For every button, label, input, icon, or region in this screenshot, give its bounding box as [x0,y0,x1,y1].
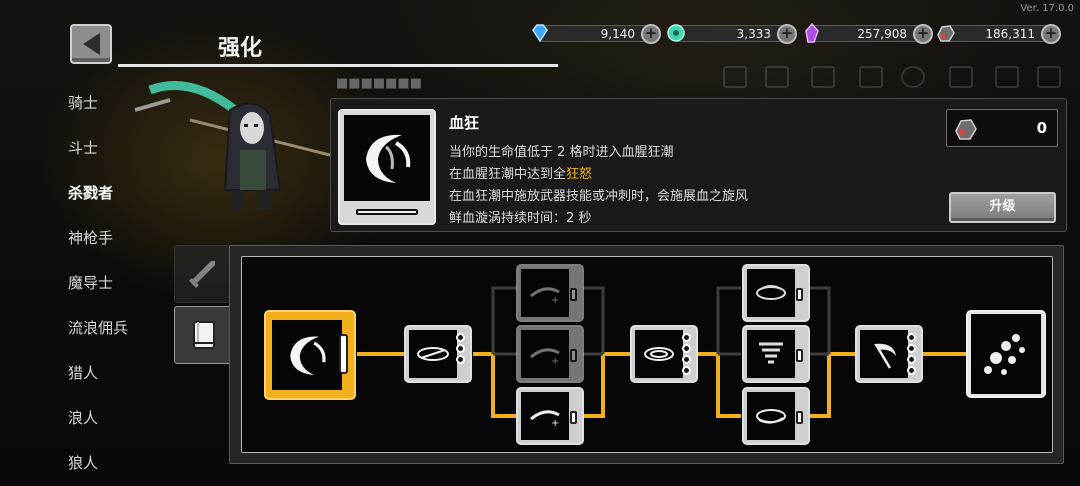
skill-desc-text: 在血腥狂潮中达到全 [449,167,567,182]
blood-frenzy-icon [272,320,342,390]
tornado-icon [747,330,795,378]
menu-icon [1032,66,1066,102]
node-slot [796,349,803,362]
page-title: 强化 [218,36,263,61]
svg-text:+: + [551,418,559,427]
ore-icon [955,119,977,140]
svg-text:+: + [551,356,559,365]
skill-desc-highlight: 狂怒 [566,167,593,182]
tree-node-t3[interactable] [630,325,698,383]
class-item-werewolf[interactable]: 狼人 [68,452,98,473]
tree-node-t1[interactable] [404,325,472,383]
node-slot [570,288,577,301]
chat-icon [944,66,978,102]
tab-weapon[interactable] [174,245,230,303]
blood-frenzy-icon [344,115,430,201]
friend-icon [896,66,930,102]
class-item-mercenary[interactable]: 流浪佣兵 [68,317,128,338]
tree-node-root[interactable] [264,310,356,400]
node-tier-dots [682,333,692,377]
blade-plus-icon: + [521,392,569,440]
class-item-slayer[interactable]: 杀戮者 [68,182,113,203]
eye-slash-icon [409,330,457,378]
shop-icon [718,66,752,102]
tree-node-t4-mid[interactable] [742,325,810,383]
upgrade-icon [760,66,794,102]
blade-plus-icon: + [521,330,569,378]
svg-text:+: + [551,295,559,304]
skill-desc-line-1: 当你的生命值低于 2 格时进入血腥狂潮 [449,145,674,160]
node-tier-dots [456,333,466,366]
class-item-fighter[interactable]: 斗士 [68,137,98,158]
skill-level-bar [356,209,418,215]
skill-icon-frame [338,109,436,225]
tree-node-t2-top[interactable]: + [516,264,584,322]
skill-desc-line-3: 在血狂潮中施放武器技能或冲刺时，会施展血之旋风 [449,189,749,204]
add-token-button[interactable]: + [777,24,797,44]
node-slot [339,334,348,374]
class-item-hunter[interactable]: 猎人 [68,362,98,383]
skill-info-panel: 血狂 当你的生命值低于 2 格时进入血腥狂潮 在血腥狂潮中达到全狂怒 在血狂潮中… [330,98,1067,232]
tab-book[interactable] [174,306,234,364]
blade-plus-icon: + [521,269,569,317]
class-item-mage[interactable]: 魔导士 [68,272,113,293]
vortex-icon [635,330,683,378]
whirlwind-icon [747,269,795,317]
back-arrow-icon [82,33,100,55]
currency-gem: 9,140 + [532,24,661,44]
node-tier-dots [907,333,917,377]
class-item-ronin[interactable]: 浪人 [68,407,98,428]
cup-icon [854,66,888,102]
cost-value: 0 [1036,119,1047,137]
slayer-character-art [134,81,330,210]
sword-icon [189,261,215,288]
add-gem-button[interactable]: + [641,24,661,44]
subtitle-faded: ■■■■■■■ [336,76,422,91]
crystal-icon [805,22,819,43]
tree-node-t5[interactable] [855,325,923,383]
blood-splatter-icon [971,314,1041,394]
version-label: Ver. 17.0.0 [1020,3,1074,14]
add-crystal-button[interactable]: + [913,24,933,44]
skill-name: 血狂 [449,114,480,132]
back-button[interactable] [70,24,112,64]
tree-node-final[interactable] [966,310,1046,398]
add-ore-button[interactable]: + [1041,24,1061,44]
tree-node-t2-bottom[interactable]: + [516,387,584,445]
skill-desc-line-4: 鲜血漩涡持续时间：2 秒 [449,211,592,226]
tree-node-t2-mid[interactable]: + [516,325,584,383]
upgrade-button[interactable]: 升级 [949,192,1056,223]
handbook-icon [806,66,840,102]
node-slot [796,288,803,301]
currency-crystal: 257,908 + [805,22,933,44]
book-icon [193,321,215,349]
token-icon [667,24,685,42]
currency-value: 257,908 [857,26,907,41]
node-slot [570,411,577,424]
node-slot [796,411,803,424]
skill-desc-line-2: 在血腥狂潮中达到全狂怒 [449,163,592,182]
gem-icon [532,24,548,43]
currency-token: 3,333 + [667,24,797,44]
tree-node-t4-bottom[interactable] [742,387,810,445]
upgrade-cost: 0 [946,109,1058,147]
class-item-knight[interactable]: 骑士 [68,92,98,113]
ore-icon [937,25,955,42]
currency-value: 9,140 [600,26,635,41]
node-slot [570,349,577,362]
class-item-gunner[interactable]: 神枪手 [68,227,113,248]
scythe-icon [860,330,908,378]
news-icon [990,66,1024,102]
currency-ore: 186,311 + [937,24,1061,44]
title-underline [118,64,558,67]
tree-node-t4-top[interactable] [742,264,810,322]
currency-value: 3,333 [736,26,771,41]
whirlwind-icon [747,392,795,440]
